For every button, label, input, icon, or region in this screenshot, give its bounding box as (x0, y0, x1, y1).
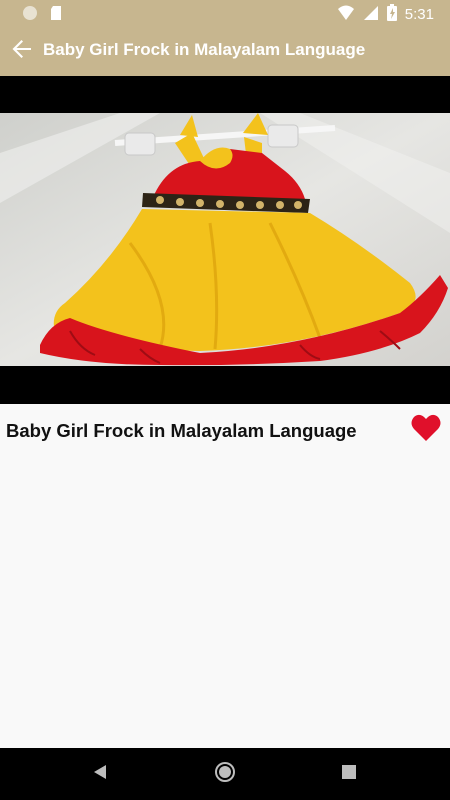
signal-icon (363, 5, 379, 25)
home-circle-icon (214, 761, 236, 788)
back-button[interactable] (8, 37, 36, 65)
video-title: Baby Girl Frock in Malayalam Language (6, 420, 357, 441)
video-details: Baby Girl Frock in Malayalam Language (0, 404, 450, 748)
circle-notification-icon (22, 5, 38, 26)
battery-charging-icon (386, 4, 397, 25)
video-player[interactable] (0, 76, 450, 404)
favorite-button[interactable] (410, 412, 442, 444)
arrow-back-icon (11, 38, 33, 65)
video-thumbnail[interactable] (0, 113, 450, 366)
sd-card-icon (50, 5, 64, 26)
heart-icon (410, 414, 442, 448)
navigation-bar (0, 748, 450, 800)
recents-square-icon (342, 764, 356, 784)
status-bar: 5:31 (0, 0, 450, 25)
nav-back-button[interactable] (88, 762, 112, 786)
nav-home-button[interactable] (213, 761, 237, 788)
back-triangle-icon (92, 764, 108, 785)
page-title: Baby Girl Frock in Malayalam Language (43, 40, 366, 59)
status-time: 5:31 (404, 6, 434, 23)
app-bar: Baby Girl Frock in Malayalam Language (0, 25, 450, 76)
nav-recents-button[interactable] (337, 762, 361, 786)
wifi-icon (337, 5, 355, 25)
